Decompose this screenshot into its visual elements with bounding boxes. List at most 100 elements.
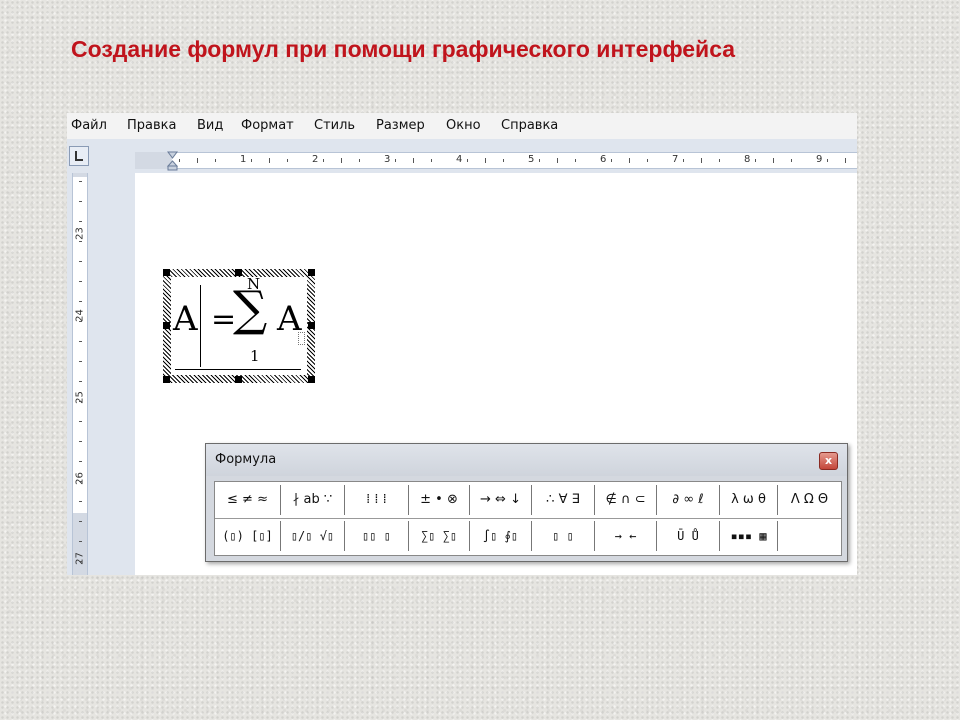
ruler-tick [395, 159, 396, 162]
ruler-tick [79, 321, 82, 322]
ruler-label: 25 [74, 391, 86, 404]
summation-templates-button[interactable]: ∑▯ ∑▯ [409, 521, 470, 551]
ruler-tick [79, 441, 82, 442]
menu-size[interactable]: Размер [376, 118, 425, 133]
ruler-label: 2 [312, 154, 319, 165]
menu-bar: Файл Правка Вид Формат Стиль Размер Окно… [67, 113, 857, 139]
resize-handle[interactable] [235, 376, 242, 383]
ruler-margin [73, 513, 87, 575]
operators-palette-button[interactable]: ± • ⊗ [409, 485, 470, 515]
fence-templates-button[interactable]: (▯) [▯] [215, 521, 281, 551]
ruler-tick [287, 159, 288, 162]
underbar-overbar-templates-button[interactable]: ▯ ▯ [532, 521, 595, 551]
resize-handle[interactable] [163, 269, 170, 276]
ruler-tick [467, 159, 468, 162]
ruler-label: 26 [74, 472, 86, 485]
spaces-palette-button[interactable]: ∤ ab ∵ [281, 485, 345, 515]
palette-row-symbols: ≤ ≠ ≈ ∤ ab ∵ ⁞ ⁞ ⁞ ± • ⊗ → ⇔ ↓ ∴ ∀ ∃ ∉ ∩… [215, 482, 841, 519]
menu-file[interactable]: Файл [71, 118, 107, 133]
menu-window[interactable]: Окно [446, 118, 481, 133]
equation-lhs: A [173, 299, 198, 339]
ruler-tick [701, 158, 702, 163]
resize-handle[interactable] [308, 322, 315, 329]
misc-symbols-palette-button[interactable]: ∂ ∞ ℓ [657, 485, 720, 515]
matrix-templates-button[interactable]: ▪▪▪ ▦ [720, 521, 778, 551]
product-set-templates-button[interactable]: Ū Ů [657, 521, 720, 551]
toolbar-title-bar[interactable]: Формула x [206, 444, 847, 476]
formula-toolbar[interactable]: Формула x ≤ ≠ ≈ ∤ ab ∵ ⁞ ⁞ ⁞ ± • ⊗ → ⇔ ↓… [205, 443, 848, 562]
fraction-radical-templates-button[interactable]: ▯/▯ √▯ [281, 521, 345, 551]
ruler-tick [647, 159, 648, 162]
close-icon: x [824, 454, 833, 467]
script-templates-button[interactable]: ▯▯ ▯ [345, 521, 409, 551]
ruler-tick [629, 158, 630, 163]
set-theory-palette-button[interactable]: ∉ ∩ ⊂ [595, 485, 657, 515]
ruler-tick [251, 159, 252, 162]
ruler-tick [79, 181, 82, 182]
ruler-tick [79, 501, 82, 502]
ruler-tick [79, 241, 82, 242]
left-tab-icon [75, 151, 83, 161]
ruler-tick [845, 158, 846, 163]
menu-format[interactable]: Формат [241, 118, 294, 133]
horizontal-ruler[interactable]: 1 2 3 4 5 6 7 8 9 [135, 149, 857, 171]
subscript-placeholder[interactable] [298, 332, 305, 345]
ruler-label: 7 [672, 154, 679, 165]
equation-object[interactable]: A = N ∑ 1 A [163, 269, 315, 383]
labeled-arrow-templates-button[interactable]: → ← [595, 521, 657, 551]
indent-marker-icon[interactable] [167, 149, 178, 171]
ruler-tick [431, 159, 432, 162]
menu-view[interactable]: Вид [197, 118, 223, 133]
symbol-palette: ≤ ≠ ≈ ∤ ab ∵ ⁞ ⁞ ⁞ ± • ⊗ → ⇔ ↓ ∴ ∀ ∃ ∉ ∩… [214, 481, 842, 556]
arrows-palette-button[interactable]: → ⇔ ↓ [470, 485, 532, 515]
tab-stop-selector[interactable] [69, 146, 89, 166]
ruler-tick [79, 421, 82, 422]
ruler-label: 9 [816, 154, 823, 165]
ruler-tick [79, 221, 82, 222]
slide-title: Создание формул при помощи графического … [71, 36, 736, 62]
integral-templates-button[interactable]: ∫▯ ∮▯ [470, 521, 532, 551]
greek-uppercase-palette-button[interactable]: Λ Ω Θ [778, 485, 841, 515]
ruler-label: 3 [384, 154, 391, 165]
sum-lower-limit: 1 [250, 347, 260, 365]
ruler-tick [773, 158, 774, 163]
page-left-margin [89, 173, 135, 575]
embellishments-palette-button[interactable]: ⁞ ⁞ ⁞ [345, 485, 409, 515]
toolbar-title: Формула [215, 452, 277, 467]
close-button[interactable]: x [819, 452, 838, 470]
ruler-tick [197, 158, 198, 163]
ruler-tick [79, 361, 82, 362]
menu-help[interactable]: Справка [501, 118, 558, 133]
greek-lowercase-palette-button[interactable]: λ ω θ [720, 485, 778, 515]
resize-handle[interactable] [308, 269, 315, 276]
resize-handle[interactable] [163, 322, 170, 329]
ruler-tick [79, 401, 82, 402]
equation-canvas: A = N ∑ 1 A [171, 275, 307, 375]
ruler-tick [215, 159, 216, 162]
relations-palette-button[interactable]: ≤ ≠ ≈ [215, 485, 281, 515]
ruler-tick [79, 341, 82, 342]
menu-edit[interactable]: Правка [127, 118, 176, 133]
ruler-tick [827, 159, 828, 162]
resize-handle[interactable] [163, 376, 170, 383]
resize-handle[interactable] [308, 376, 315, 383]
ruler-label: 5 [528, 154, 535, 165]
ruler-tick [79, 561, 82, 562]
ruler-tick [79, 201, 82, 202]
ruler-tick [179, 159, 180, 162]
ruler-margin [73, 173, 87, 177]
ruler-tick [557, 158, 558, 163]
resize-handle[interactable] [235, 269, 242, 276]
menu-style[interactable]: Стиль [314, 118, 355, 133]
logic-palette-button[interactable]: ∴ ∀ ∃ [532, 485, 595, 515]
ruler-tick [611, 159, 612, 162]
ruler-label: 8 [744, 154, 751, 165]
ruler-tick [719, 159, 720, 162]
ruler-tick [79, 281, 82, 282]
vertical-ruler[interactable]: 23 24 25 26 27 [72, 173, 88, 575]
ruler-tick [791, 159, 792, 162]
cursor-line [200, 285, 201, 367]
ruler-tick [755, 159, 756, 162]
ruler-label: 4 [456, 154, 463, 165]
ruler-tick [341, 158, 342, 163]
